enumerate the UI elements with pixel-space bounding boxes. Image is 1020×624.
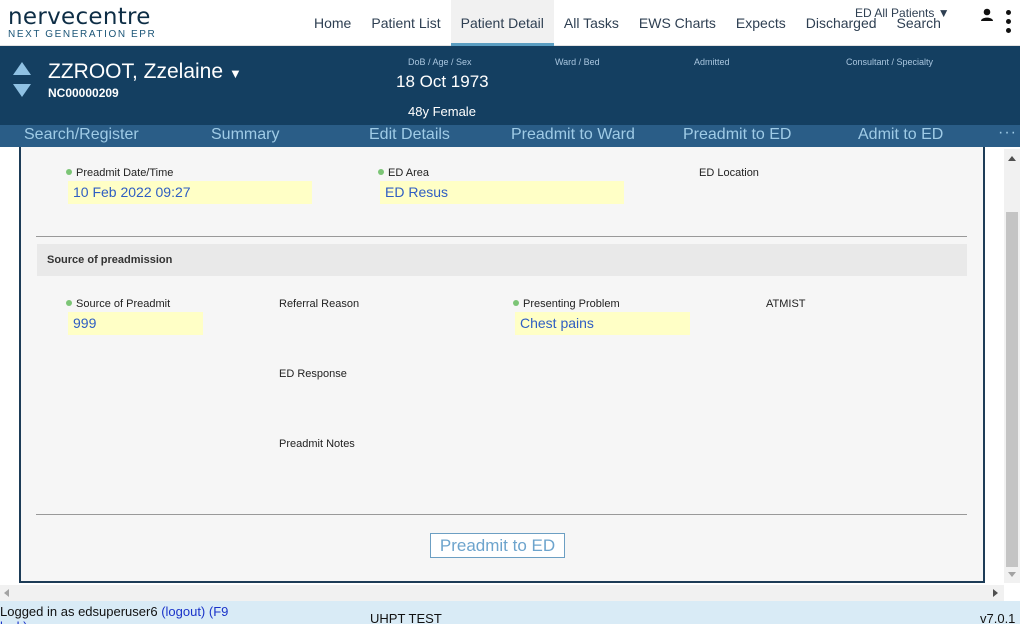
action-edit-details[interactable]: Edit Details [369,126,450,144]
ed-response-label: ED Response [279,368,347,380]
patient-id: NC00000209 [48,86,119,100]
section-divider [36,236,967,237]
ward-bed-label: Ward / Bed [555,57,600,67]
nav-patient-detail[interactable]: Patient Detail [450,0,554,46]
consultant-specialty-label: Consultant / Specialty [846,57,934,67]
environment-name: UHPT TEST [370,611,442,624]
scroll-right-arrow-icon[interactable] [993,589,998,597]
app-version: v7.0.1 [980,611,1016,624]
patient-name: ZZROOT, Zzelaine [48,60,224,83]
required-dot-icon [66,169,72,176]
logo-wordmark: nervecentre [8,4,151,30]
preadmit-datetime-label: Preadmit Date/Time [66,167,173,179]
required-dot-icon [378,169,384,176]
ed-location-label: ED Location [699,167,759,179]
top-navigation-bar: nervecentre NEXT GENERATION EPR Home Pat… [0,0,1020,46]
logged-in-status: Logged in as edsuperuser6 (logout) (F9 l… [0,604,250,624]
ed-area-field[interactable]: ED Resus [380,181,624,204]
ward-selector-dropdown[interactable]: ED All Patients ▼ [855,6,950,20]
required-dot-icon [66,300,72,307]
action-admit-to-ed[interactable]: Admit to ED [858,126,943,144]
admitted-label: Admitted [694,57,730,67]
main-nav: Home Patient List Patient Detail All Tas… [304,0,951,46]
scroll-up-arrow-icon[interactable] [1008,156,1016,161]
required-dot-icon [513,300,519,307]
next-patient-arrow-icon[interactable] [13,84,31,97]
age-sex: 48y Female [408,104,476,119]
action-preadmit-to-ed[interactable]: Preadmit to ED [683,126,791,144]
vertical-scrollbar[interactable] [1004,149,1020,583]
nav-all-tasks[interactable]: All Tasks [554,0,629,46]
chevron-down-icon: ▼ [229,66,242,81]
preadmit-datetime-field[interactable]: 10 Feb 2022 09:27 [68,181,312,204]
presenting-problem-label: Presenting Problem [513,298,620,310]
patient-action-bar: Search/Register Summary Edit Details Pre… [0,124,1020,147]
more-options-icon[interactable] [1006,10,1012,37]
logo-tagline: NEXT GENERATION EPR [8,29,157,40]
action-summary[interactable]: Summary [211,126,279,144]
action-preadmit-to-ward[interactable]: Preadmit to Ward [511,126,635,144]
action-search-register[interactable]: Search/Register [24,126,139,144]
ed-area-label: ED Area [378,167,429,179]
nav-patient-list[interactable]: Patient List [361,0,450,46]
section-header-source-of-preadmission: Source of preadmission [37,244,967,276]
scroll-down-arrow-icon[interactable] [1008,572,1016,577]
nervecentre-logo[interactable]: nervecentre NEXT GENERATION EPR [8,5,156,41]
dob-age-sex-label: DoB / Age / Sex [408,57,472,67]
preadmit-form-panel: Preadmit Date/Time 10 Feb 2022 09:27 ED … [19,147,985,583]
date-of-birth: 18 Oct 1973 [396,72,489,91]
logged-in-text: Logged in as edsuperuser6 [0,604,158,619]
source-of-preadmit-label: Source of Preadmit [66,298,170,310]
nav-home[interactable]: Home [304,0,361,46]
atmist-label: ATMIST [766,298,806,310]
scroll-left-arrow-icon[interactable] [4,589,9,597]
previous-patient-arrow-icon[interactable] [13,62,31,75]
patient-banner: ZZROOT, Zzelaine ▼ NC00000209 DoB / Age /… [0,46,1020,125]
horizontal-scrollbar[interactable] [0,585,1004,601]
vertical-scrollbar-thumb[interactable] [1006,212,1018,567]
nav-ews-charts[interactable]: EWS Charts [629,0,726,46]
section-divider [36,514,967,515]
referral-reason-label: Referral Reason [279,298,360,310]
preadmit-notes-label: Preadmit Notes [279,438,355,450]
presenting-problem-field[interactable]: Chest pains [515,312,690,335]
source-of-preadmit-field[interactable]: 999 [68,312,203,335]
user-icon[interactable] [980,8,994,22]
logout-link[interactable]: (logout) [161,604,205,619]
more-actions-icon[interactable]: ··· [998,124,1017,142]
patient-name-dropdown[interactable]: ZZROOT, Zzelaine ▼ [48,60,242,84]
nav-expects[interactable]: Expects [726,0,796,46]
preadmit-to-ed-button[interactable]: Preadmit to ED [430,533,565,558]
status-footer: Logged in as edsuperuser6 (logout) (F9 l… [0,601,1020,624]
